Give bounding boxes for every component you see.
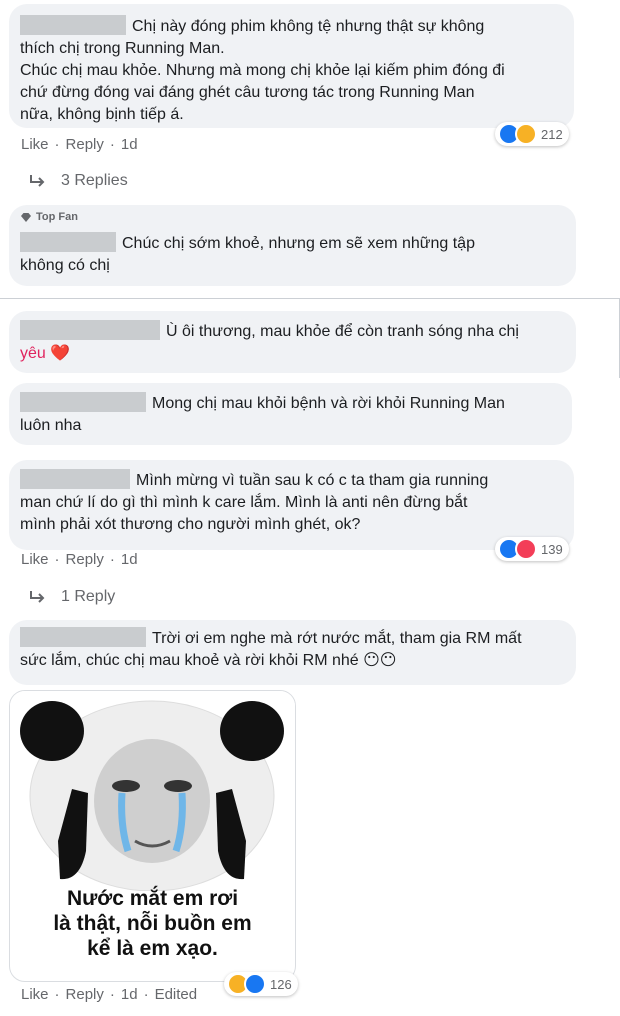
diamond-icon [21,212,31,222]
comment-text-line: chứ đừng đóng vai đáng ghét câu tương tá… [20,84,475,101]
comment-text-line: Chúc chị mau khỏe. Nhưng mà mong chị khỏ… [20,62,505,79]
comment-text-line: man chứ lí do gì thì mình k care lắm. Mì… [20,494,468,511]
reaction-count: 126 [270,976,292,992]
comment-text-line: Ù ôi thương, mau khỏe để còn tranh sóng … [20,320,576,343]
reaction-summary[interactable]: 126 [224,972,298,996]
comment-bubble: Ù ôi thương, mau khỏe để còn tranh sóng … [9,311,576,373]
comment-text-line: luôn nha [20,417,82,434]
comment-actions: Like · Reply · 1d [21,136,138,153]
reply-link[interactable]: Reply [66,986,104,1003]
haha-reaction-icon [515,123,537,145]
reaction-summary[interactable]: 139 [495,537,569,561]
comment-bubble: Chúc chị sớm khoẻ, nhưng em sẽ xem những… [9,205,576,286]
timestamp[interactable]: 1d [121,986,138,1003]
author-name-redacted[interactable] [20,627,146,647]
comment-text-line: không có chị [20,257,110,274]
like-link[interactable]: Like [21,136,49,153]
top-fan-badge: Top Fan [20,211,78,223]
author-name-redacted[interactable] [20,392,146,412]
reaction-count: 139 [541,541,563,557]
comment-text-line: mình phải xót thương cho người mình ghét… [20,516,361,533]
comment-bubble: Mình mừng vì tuần sau k có c ta tham gia… [9,460,574,550]
timestamp[interactable]: 1d [121,551,138,568]
comment-text-line: Mong chị mau khỏi bệnh và rời khỏi Runni… [20,392,572,415]
comment-text-line: thích chị trong Running Man. [20,40,225,57]
comment-text-line: Chúc chị sớm khoẻ, nhưng em sẽ xem những… [20,232,576,255]
comment-bubble: Chị này đóng phim không tệ nhưng thật sự… [9,4,574,128]
author-name-redacted[interactable] [20,232,116,252]
author-name-redacted[interactable] [20,320,160,340]
reply-link[interactable]: Reply [66,551,104,568]
like-link[interactable]: Like [21,986,49,1003]
comment-text-line: Chị này đóng phim không tệ nhưng thật sự… [20,15,574,38]
comment-text-line: Mình mừng vì tuần sau k có c ta tham gia… [20,469,574,492]
crying-panda-meme-icon [10,691,295,892]
reaction-count: 212 [541,126,563,142]
meme-image[interactable]: Nước mắt em rơi là thật, nỗi buồn em kể … [9,690,296,982]
view-replies-link[interactable]: 3 Replies [29,172,128,190]
comment-bubble: Trời ơi em nghe mà rớt nước mắt, tham gi… [9,620,576,685]
author-name-redacted[interactable] [20,15,126,35]
like-reaction-icon [244,973,266,995]
comment-text-line: sức lắm, chúc chị mau khoẻ và rời khỏi R… [20,652,397,669]
section-divider [0,298,620,299]
reply-arrow-icon [30,175,45,187]
reply-arrow-icon [30,591,45,603]
comment-text-line: nữa, không bịnh tiếp á. [20,106,184,123]
comment-actions: Like · Reply · 1d [21,551,138,568]
author-name-redacted[interactable] [20,469,130,489]
comment-text-line: Trời ơi em nghe mà rớt nước mắt, tham gi… [20,627,576,650]
edited-label[interactable]: Edited [155,986,198,1003]
comment-bubble: Mong chị mau khỏi bệnh và rời khỏi Runni… [9,383,572,445]
comment-text-line: yêu ❤️ [20,345,71,362]
reply-link[interactable]: Reply [66,136,104,153]
like-link[interactable]: Like [21,551,49,568]
love-reaction-icon [515,538,537,560]
timestamp[interactable]: 1d [121,136,138,153]
reaction-summary[interactable]: 212 [495,122,569,146]
comment-actions: Like · Reply · 1d · Edited [21,986,198,1003]
meme-caption: Nước mắt em rơi là thật, nỗi buồn em kể … [53,887,252,960]
view-replies-link[interactable]: 1 Reply [29,588,115,606]
replies-label: 3 Replies [61,172,128,189]
replies-label: 1 Reply [61,588,116,605]
